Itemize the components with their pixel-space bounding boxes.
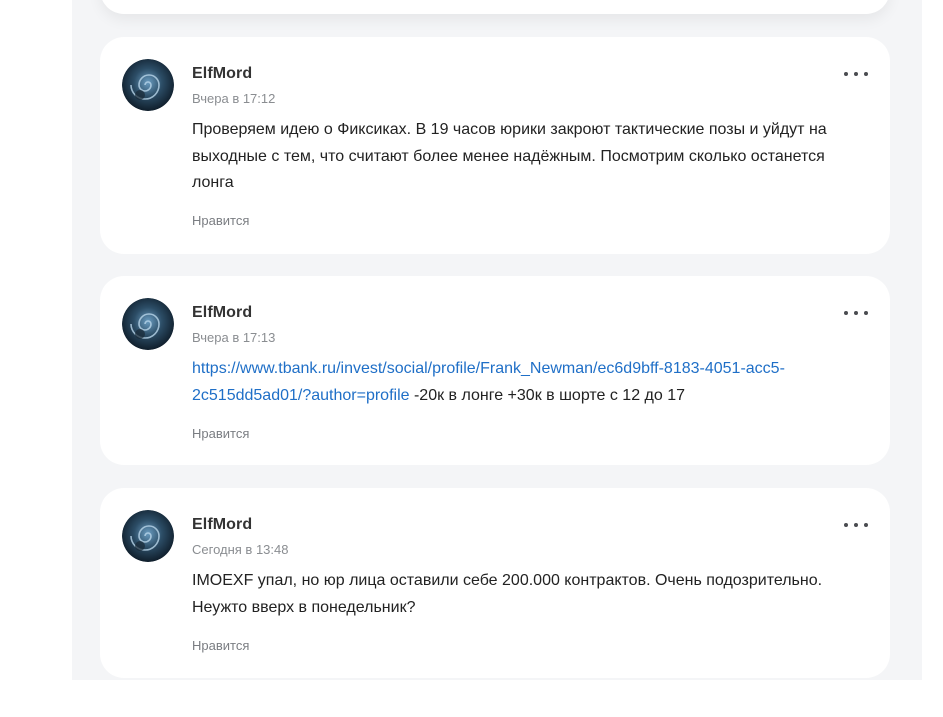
like-button[interactable]: Нравится xyxy=(192,213,249,228)
post-card: ElfMord Вчера в 17:13 https://www.tbank.… xyxy=(100,276,890,465)
post-card: ElfMord Сегодня в 13:48 IMOEXF упал, но … xyxy=(100,488,890,678)
author-name[interactable]: ElfMord xyxy=(192,304,252,322)
more-dots-icon[interactable] xyxy=(844,518,868,532)
post-text: IMOEXF упал, но юр лица оставили себе 20… xyxy=(192,572,823,616)
post-card: ElfMord Вчера в 17:12 Проверяем идею о Ф… xyxy=(100,37,890,254)
more-dots-icon[interactable] xyxy=(844,306,868,320)
post-timestamp[interactable]: Сегодня в 13:48 xyxy=(192,542,288,557)
author-name[interactable]: ElfMord xyxy=(192,65,252,83)
like-button[interactable]: Нравится xyxy=(192,638,249,653)
post-timestamp[interactable]: Вчера в 17:13 xyxy=(192,330,275,345)
previous-post-card xyxy=(100,0,890,14)
more-dots-icon[interactable] xyxy=(844,67,868,81)
avatar[interactable] xyxy=(122,510,174,562)
author-name[interactable]: ElfMord xyxy=(192,516,252,534)
post-text: Проверяем идею о Фиксиках. В 19 часов юр… xyxy=(192,121,827,191)
avatar[interactable] xyxy=(122,298,174,350)
avatar[interactable] xyxy=(122,59,174,111)
post-text: https://www.tbank.ru/invest/social/profi… xyxy=(192,356,862,409)
post-text-tail: -20к в лонге +30к в шорте с 12 до 17 xyxy=(409,386,686,404)
like-button[interactable]: Нравится xyxy=(192,426,249,441)
post-timestamp[interactable]: Вчера в 17:12 xyxy=(192,91,275,106)
